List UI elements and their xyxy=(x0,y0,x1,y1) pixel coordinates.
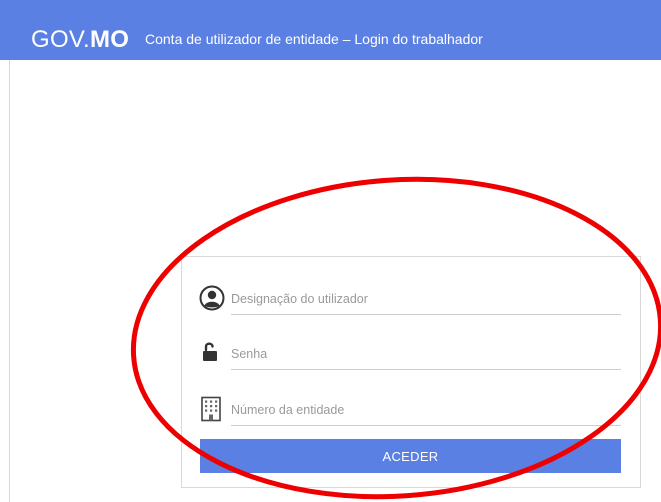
username-input[interactable] xyxy=(231,289,621,309)
entity-number-underline xyxy=(231,425,621,426)
gov-mo-logo[interactable]: GOV.MO xyxy=(31,26,129,54)
username-field xyxy=(199,285,622,325)
username-underline xyxy=(231,314,621,315)
building-icon xyxy=(199,396,225,422)
user-circle-icon xyxy=(199,285,225,311)
logo-mo-text: MO xyxy=(90,26,130,53)
submit-button[interactable]: ACEDER xyxy=(200,439,621,473)
left-divider xyxy=(9,60,10,502)
password-underline xyxy=(231,369,621,370)
password-input[interactable] xyxy=(231,344,621,364)
entity-number-field xyxy=(199,396,622,436)
entity-number-input[interactable] xyxy=(231,400,621,420)
unlock-icon xyxy=(199,340,225,366)
top-header: GOV.MO Conta de utilizador de entidade –… xyxy=(0,0,661,60)
page-title: Conta de utilizador de entidade – Login … xyxy=(145,31,483,47)
password-field xyxy=(199,340,622,380)
logo-gov-text: GOV. xyxy=(31,26,91,53)
